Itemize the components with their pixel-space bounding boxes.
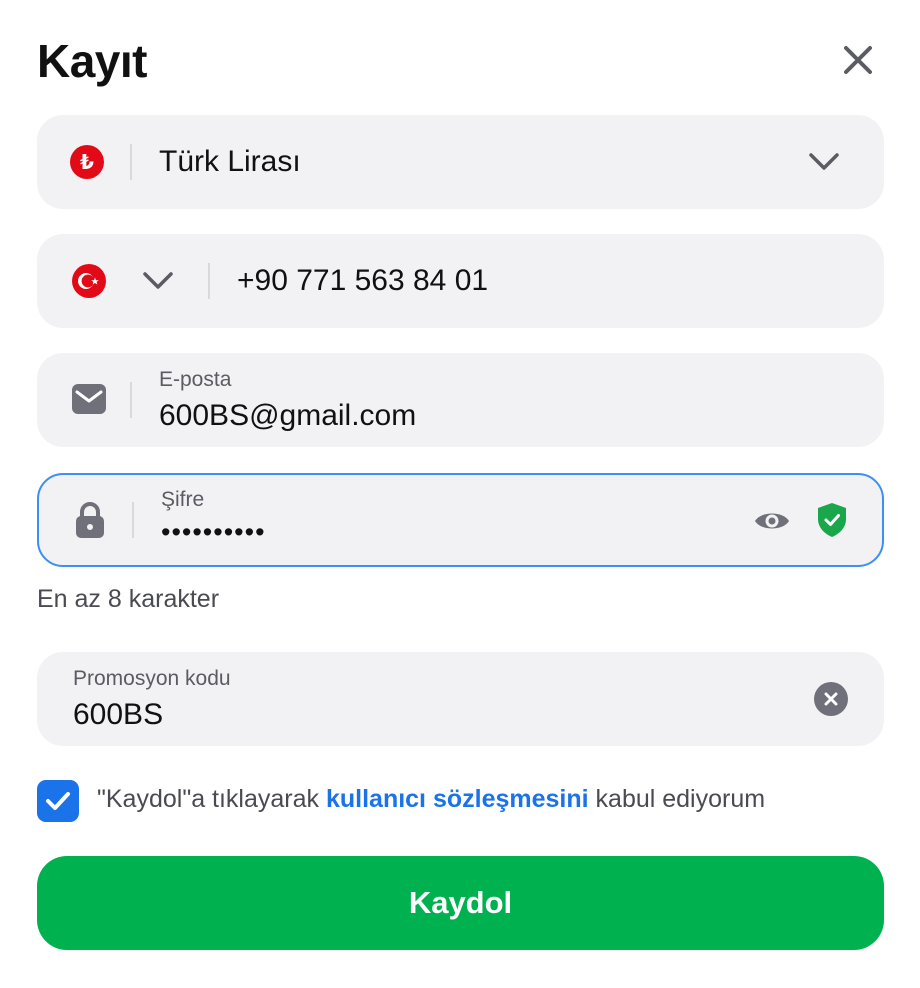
currency-select[interactable]: ₺ Türk Lirası: [37, 115, 884, 209]
password-label: Şifre: [161, 488, 205, 511]
shield-check-icon: [818, 503, 846, 537]
promo-code-field[interactable]: Promosyon kodu 600BS: [37, 652, 884, 746]
phone-field[interactable]: +90 771 563 84 01: [37, 234, 884, 328]
field-divider: [130, 382, 132, 418]
terms-suffix: kabul ediyorum: [588, 785, 766, 813]
close-icon: [844, 46, 872, 74]
terms-prefix: "Kaydol"a tıklayarak: [97, 785, 326, 813]
modal-title: Kayıt: [37, 35, 147, 87]
country-chevron-down-icon[interactable]: [141, 268, 175, 294]
password-field[interactable]: Şifre ••••••••••: [37, 473, 884, 567]
lock-icon: [76, 502, 104, 538]
terms-text: "Kaydol"a tıklayarak kullanıcı sözleşmes…: [97, 785, 765, 814]
close-button[interactable]: [836, 38, 880, 82]
email-field[interactable]: E-posta 600BS@gmail.com: [37, 353, 884, 447]
turkey-flag-icon: [72, 264, 106, 298]
user-agreement-link[interactable]: kullanıcı sözleşmesini: [326, 785, 589, 813]
field-divider: [132, 502, 134, 538]
promo-code-input[interactable]: 600BS: [73, 698, 163, 732]
terms-checkbox[interactable]: [37, 780, 79, 822]
email-input[interactable]: 600BS@gmail.com: [159, 399, 416, 433]
phone-input[interactable]: +90 771 563 84 01: [237, 264, 488, 298]
eye-icon[interactable]: [753, 507, 791, 535]
mail-icon: [72, 384, 106, 414]
clear-icon[interactable]: [813, 681, 849, 717]
chevron-down-icon[interactable]: [807, 149, 841, 175]
svg-text:₺: ₺: [80, 150, 94, 174]
promo-code-label: Promosyon kodu: [73, 667, 231, 690]
password-hint: En az 8 karakter: [37, 585, 220, 613]
currency-value: Türk Lirası: [159, 145, 301, 178]
password-input[interactable]: ••••••••••: [161, 517, 266, 548]
field-divider: [208, 263, 210, 299]
email-label: E-posta: [159, 368, 232, 391]
checkmark-icon: [46, 792, 70, 810]
field-divider: [130, 144, 132, 180]
registration-modal: Kayıt ₺ Türk Lirası +90 771 563 84 01 E-…: [0, 0, 920, 988]
register-button[interactable]: Kaydol: [37, 856, 884, 950]
turkish-lira-icon: ₺: [70, 145, 104, 179]
